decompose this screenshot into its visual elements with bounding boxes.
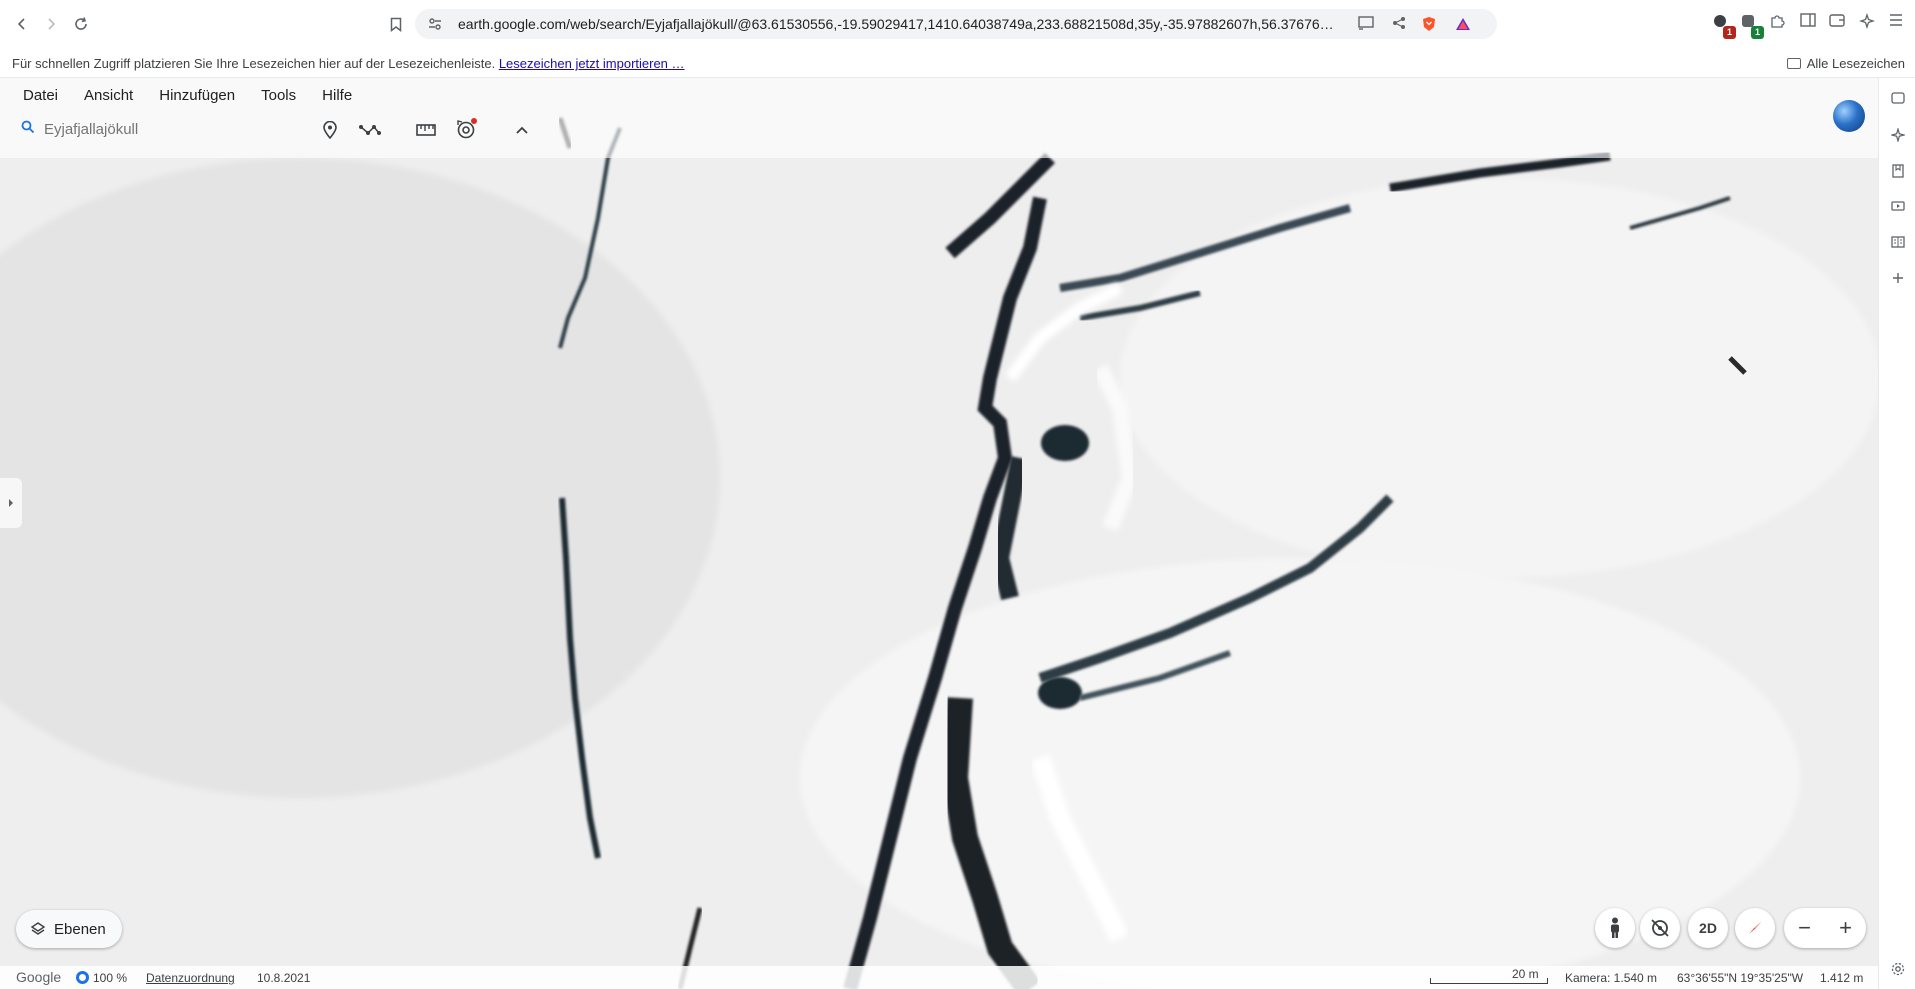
- bookmark-icon[interactable]: [383, 11, 409, 37]
- media-panel-icon[interactable]: [1889, 200, 1906, 217]
- scale-label: 20 m: [1512, 967, 1539, 981]
- earth-menu-bar: Datei Ansicht Hinzufügen Tools Hilfe: [10, 84, 365, 107]
- menu-datei[interactable]: Datei: [10, 84, 71, 107]
- menu-tools[interactable]: Tools: [248, 84, 309, 107]
- path-icon[interactable]: [356, 116, 384, 144]
- all-bookmarks-label: Alle Lesezeichen: [1806, 56, 1905, 71]
- search-icon[interactable]: [12, 120, 44, 139]
- cursor-coordinates: 63°36'55"N 19°35'25"W: [1677, 971, 1804, 985]
- reload-icon[interactable]: [68, 11, 94, 37]
- ruler-icon[interactable]: [412, 116, 440, 144]
- sidebar-toggle-icon[interactable]: [1798, 13, 1818, 33]
- menu-hilfe[interactable]: Hilfe: [309, 84, 365, 107]
- notification-dot: [471, 118, 477, 124]
- account-avatar[interactable]: [1833, 100, 1865, 132]
- search-box[interactable]: [12, 112, 302, 146]
- cursor-elevation: 1.412 m: [1820, 971, 1864, 985]
- browser-side-panel: [1878, 78, 1915, 989]
- view-mode-toggle[interactable]: 2D: [1688, 908, 1728, 948]
- satellite-imagery[interactable]: [0, 78, 1878, 989]
- zoom-in-icon[interactable]: +: [1826, 915, 1866, 941]
- imagery-date: 10.8.2021: [257, 971, 311, 985]
- leo-ai-icon[interactable]: [1857, 12, 1877, 33]
- layers-button[interactable]: Ebenen: [16, 910, 122, 948]
- folder-icon: [1786, 58, 1801, 69]
- layers-icon: [30, 922, 46, 935]
- import-bookmarks-link[interactable]: Lesezeichen jetzt importieren …: [499, 56, 685, 71]
- wallet-panel-icon[interactable]: [1889, 92, 1906, 109]
- extension-icon-2[interactable]: 1: [1738, 13, 1764, 39]
- url-text[interactable]: earth.google.com/web/search/Eyjafjallajö…: [458, 16, 1358, 32]
- bookmarks-bar: Für schnellen Zugriff platzieren Sie Ihr…: [0, 48, 1915, 78]
- expand-panel-handle[interactable]: [0, 478, 22, 528]
- wallet-icon[interactable]: [1827, 13, 1847, 33]
- reset-tilt-button[interactable]: [1640, 908, 1680, 948]
- collapse-chevron-icon[interactable]: [508, 116, 536, 144]
- cast-icon[interactable]: [1357, 16, 1375, 34]
- reading-list-icon[interactable]: [1889, 236, 1906, 253]
- back-icon[interactable]: [9, 11, 35, 37]
- browser-toolbar: earth.google.com/web/search/Eyjafjallajö…: [0, 0, 1915, 48]
- add-panel-icon[interactable]: [1889, 272, 1906, 289]
- placemark-icon[interactable]: [316, 116, 344, 144]
- menu-icon[interactable]: [1886, 13, 1906, 33]
- loading-indicator: 100 %: [76, 971, 127, 985]
- site-settings-icon[interactable]: [427, 16, 443, 32]
- timelapse-icon[interactable]: [452, 116, 480, 144]
- data-attribution-link[interactable]: Datenzuordnung: [146, 971, 235, 985]
- bookmarks-panel-icon[interactable]: [1889, 164, 1906, 181]
- google-logo: Google: [16, 969, 62, 985]
- settings-gear-icon[interactable]: [1889, 962, 1906, 979]
- loading-percent: 100 %: [93, 971, 128, 985]
- menu-ansicht[interactable]: Ansicht: [71, 84, 146, 107]
- extension-badge-2: 1: [1751, 26, 1764, 39]
- status-bar: Google 100 % Datenzuordnung 10.8.2021 20…: [0, 966, 1878, 989]
- camera-altitude: Kamera: 1.540 m: [1565, 971, 1658, 985]
- zoom-controls: − +: [1784, 908, 1866, 948]
- pegman-icon: [1611, 917, 1619, 938]
- extension-icon-1[interactable]: 1: [1710, 13, 1736, 39]
- share-icon[interactable]: [1390, 16, 1408, 34]
- loading-ring-icon: [76, 971, 89, 984]
- bookmarks-hint: Für schnellen Zugriff platzieren Sie Ihr…: [12, 56, 685, 71]
- extensions-puzzle-icon[interactable]: [1767, 13, 1787, 33]
- brave-rewards-icon[interactable]: [1454, 16, 1472, 34]
- menu-hinzufuegen[interactable]: Hinzufügen: [146, 84, 248, 107]
- brave-shield-icon[interactable]: [1420, 16, 1438, 34]
- reset-view-icon: [1651, 919, 1669, 937]
- compass-button[interactable]: [1735, 908, 1775, 948]
- extension-badge-1: 1: [1723, 26, 1736, 39]
- bookmarks-hint-text: Für schnellen Zugriff platzieren Sie Ihr…: [12, 56, 496, 71]
- search-input[interactable]: [44, 120, 284, 138]
- address-bar[interactable]: earth.google.com/web/search/Eyjafjallajö…: [415, 9, 1497, 39]
- earth-top-panel: Datei Ansicht Hinzufügen Tools Hilfe: [0, 78, 1878, 158]
- forward-icon[interactable]: [38, 11, 64, 37]
- leo-panel-icon[interactable]: [1889, 126, 1906, 145]
- compass-icon: [1749, 922, 1761, 934]
- layers-label: Ebenen: [54, 920, 106, 938]
- zoom-out-icon[interactable]: −: [1785, 915, 1825, 941]
- all-bookmarks-button[interactable]: Alle Lesezeichen: [1786, 56, 1905, 71]
- pegman-button[interactable]: [1595, 908, 1635, 948]
- earth-viewport[interactable]: Datei Ansicht Hinzufügen Tools Hilfe Eyj…: [0, 78, 1878, 989]
